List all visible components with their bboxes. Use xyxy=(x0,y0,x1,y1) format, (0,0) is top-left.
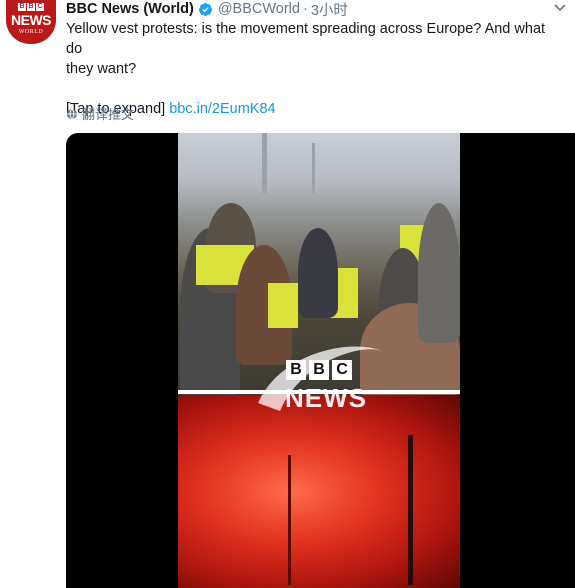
avatar-world-text: WORLD xyxy=(18,29,44,35)
bbc-logo-letter: B xyxy=(286,360,306,380)
avatar[interactable]: B B C NEWS WORLD xyxy=(6,0,56,44)
tweet-link-line: [Tap to expand] bbc.in/2EumK84 xyxy=(66,99,561,119)
timestamp[interactable]: 3小时 xyxy=(311,0,348,20)
avatar-bbc-letter: B xyxy=(27,3,35,11)
tweet[interactable]: B B C NEWS WORLD BBC News (World) @BBCWo… xyxy=(0,0,575,588)
bbc-logo-letter: C xyxy=(332,360,352,380)
translate-label: 翻译推文 xyxy=(82,107,135,122)
flare-scene xyxy=(178,395,460,588)
bbc-logo-letter: B xyxy=(309,360,329,380)
globe-icon xyxy=(67,108,77,119)
tweet-text-line: Yellow vest protests: is the movement sp… xyxy=(66,21,546,57)
tweet-header: BBC News (World) @BBCWorld · 3小时 xyxy=(66,0,348,20)
avatar-bbc-letter: B xyxy=(18,3,26,11)
video-player[interactable]: B B C NEWS xyxy=(66,133,575,588)
handle[interactable]: @BBCWorld xyxy=(218,1,300,17)
tweet-link[interactable]: bbc.in/2EumK84 xyxy=(169,101,275,117)
chevron-down-icon[interactable] xyxy=(552,2,568,14)
avatar-bbc-letter: C xyxy=(36,3,44,11)
tweet-text: Yellow vest protests: is the movement sp… xyxy=(66,19,561,119)
bbc-logo: B B C xyxy=(286,360,352,380)
avatar-news-text: NEWS xyxy=(11,12,52,28)
bbc-news-word: NEWS xyxy=(285,383,367,413)
display-name[interactable]: BBC News (World) xyxy=(66,1,194,17)
avatar-bbc-logo: B B C xyxy=(18,3,44,11)
tweet-text-line: they want? xyxy=(66,61,137,77)
verified-badge-icon xyxy=(198,2,212,16)
video-frame[interactable]: B B C NEWS xyxy=(178,133,460,588)
separator: · xyxy=(302,1,308,17)
translate-tweet-button[interactable]: 翻译推文 xyxy=(66,104,134,123)
